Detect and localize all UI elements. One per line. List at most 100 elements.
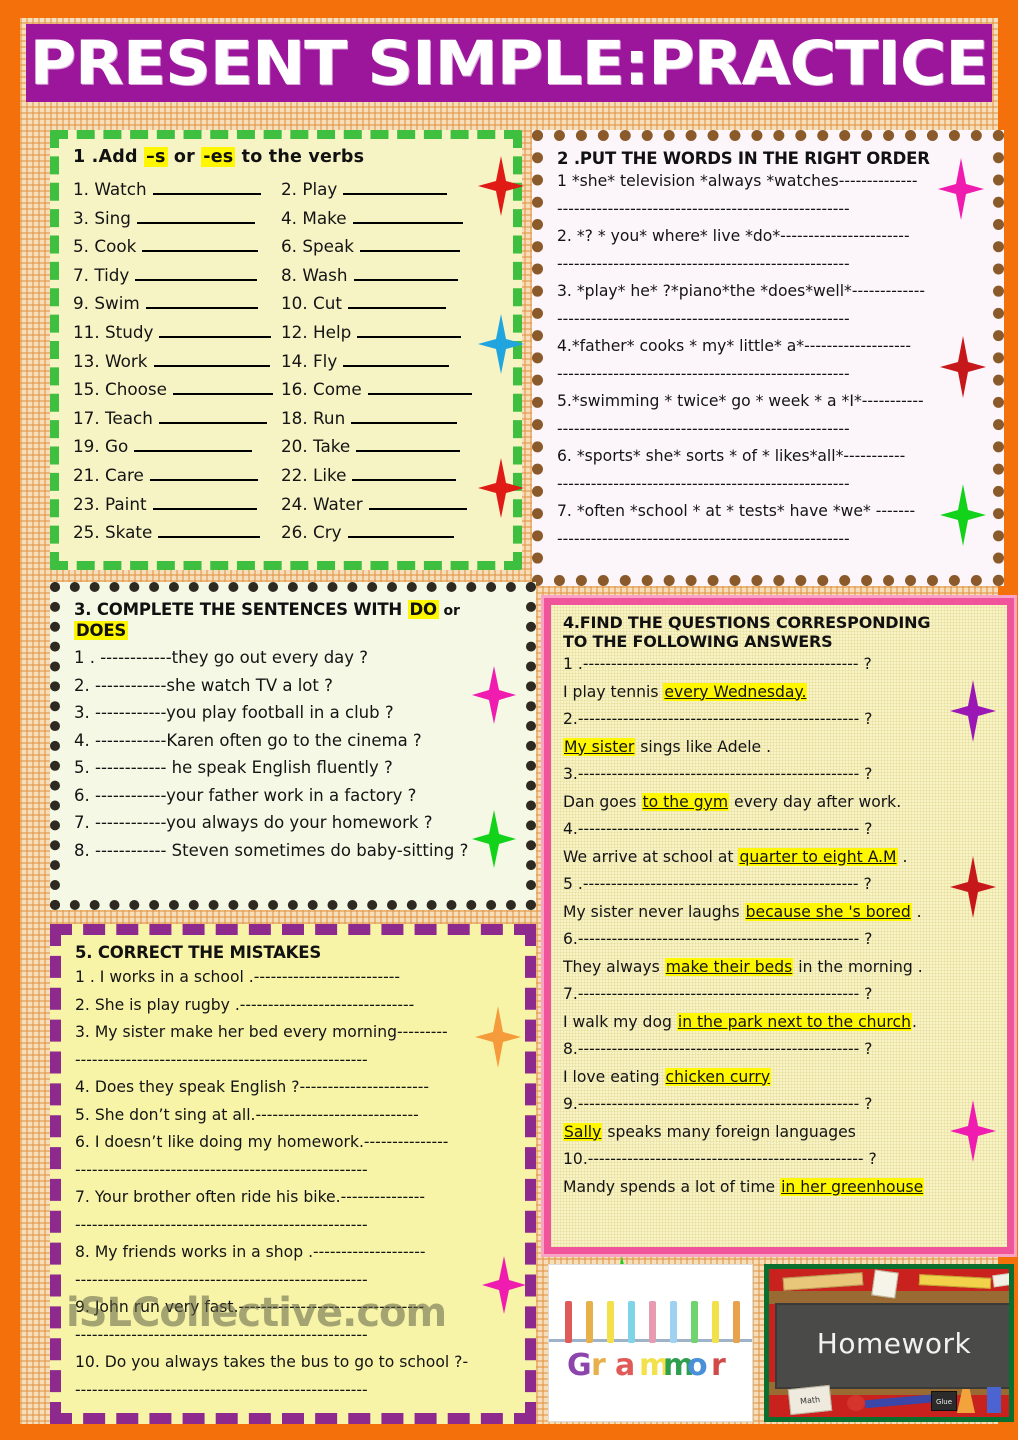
verb-answer-blank[interactable] (149, 466, 258, 481)
verb-answer-blank[interactable] (347, 294, 446, 310)
exercise-line[interactable]: 6. *sports* she* sorts * of * likes*all*… (557, 443, 981, 471)
exercise-line[interactable]: 8. ------------ Steven sometimes do baby… (74, 837, 514, 865)
verb-item: 2. Play (281, 175, 501, 204)
verb-answer-blank[interactable] (343, 180, 448, 195)
exercise-line[interactable]: 6. I doesn’t like doing my homework.----… (75, 1129, 513, 1157)
exercise-4-question-blank[interactable]: 6.--------------------------------------… (563, 926, 997, 954)
exercise-line[interactable]: 3. ------------you play football in a cl… (74, 699, 514, 727)
exercise-line[interactable]: 7. Your brother often ride his bike.----… (75, 1184, 513, 1212)
exercise-line[interactable]: 3. My sister make her bed every morning-… (75, 1019, 513, 1047)
verb-label: 19. Go (73, 436, 129, 457)
verb-answer-blank[interactable] (158, 409, 267, 424)
verb-answer-blank[interactable] (359, 237, 460, 253)
exercise-line[interactable]: ----------------------------------------… (557, 526, 981, 554)
exercise-line[interactable]: 7. ------------you always do your homewo… (74, 809, 514, 837)
answer-text-post: sings like Adele . (635, 737, 772, 756)
exercise-line[interactable]: ----------------------------------------… (75, 1267, 513, 1295)
verb-answer-blank[interactable] (136, 209, 255, 224)
exercise-line[interactable]: 3. *play* he* ?*piano*the *does*well*---… (557, 278, 981, 306)
exercise-4-answer: I walk my dog in the park next to the ch… (563, 1009, 997, 1037)
verb-answer-blank[interactable] (152, 495, 257, 510)
exercise-4-question-blank[interactable]: 7.--------------------------------------… (563, 981, 997, 1009)
exercise-2-heading: 2 .PUT THE WORDS IN THE RIGHT ORDER (557, 149, 930, 168)
exercise-line[interactable]: ----------------------------------------… (75, 1212, 513, 1240)
verb-answer-blank[interactable] (351, 409, 458, 424)
verb-label: 20. Take (281, 436, 351, 457)
exercise-4-question-blank[interactable]: 9.--------------------------------------… (563, 1091, 997, 1119)
exercise-line[interactable]: 4. Does they speak English ?------------… (75, 1074, 513, 1102)
exercise-3-heading-or: or (438, 603, 460, 619)
exercise-line[interactable]: 5. ------------ he speak English fluentl… (74, 754, 514, 782)
verb-answer-blank[interactable] (152, 180, 261, 195)
exercise-line[interactable]: 7. *often *school * at * tests* have *we… (557, 498, 981, 526)
verb-answer-blank[interactable] (142, 237, 259, 253)
verb-answer-blank[interactable] (356, 437, 461, 453)
verb-answer-blank[interactable] (353, 266, 458, 281)
answer-text-pre: I love eating (563, 1067, 665, 1086)
exercise-4-question-blank[interactable]: 5 .-------------------------------------… (563, 871, 997, 899)
exercise-line[interactable]: 1 . ------------they go out every day ? (74, 644, 514, 672)
verb-answer-blank[interactable] (352, 209, 463, 224)
exercise-line[interactable]: 5.*swimming * twice* go * week * a *I*--… (557, 388, 981, 416)
exercise-line[interactable]: 10. Do you always takes the bus to go to… (75, 1349, 513, 1377)
exercise-4-question-blank[interactable]: 8.--------------------------------------… (563, 1036, 997, 1064)
verb-answer-blank[interactable] (134, 437, 253, 453)
exercise-line[interactable]: 5. She don’t sing at all.---------------… (75, 1102, 513, 1130)
exercise-1-heading-prefix: 1 .Add (73, 147, 145, 167)
exercise-4-answer: My sister never laughs because she 's bo… (563, 899, 997, 927)
homework-image: Homework Math Glue (764, 1264, 1014, 1422)
exercise-4-question-blank[interactable]: 10.-------------------------------------… (563, 1146, 997, 1174)
answer-highlight: chicken curry (664, 1067, 772, 1086)
exercise-line[interactable]: ----------------------------------------… (557, 196, 981, 224)
exercise-line[interactable]: 2. She is play rugby .------------------… (75, 992, 513, 1020)
exercise-line[interactable]: 1 *she* television *always *watches-----… (557, 168, 981, 196)
answer-text-pre: I walk my dog (563, 1012, 677, 1031)
verb-answer-blank[interactable] (145, 294, 258, 310)
exercise-line[interactable]: ----------------------------------------… (75, 1322, 513, 1350)
verb-item: 3. Sing (73, 204, 281, 233)
verb-answer-blank[interactable] (135, 266, 258, 281)
verb-answer-blank[interactable] (367, 380, 472, 396)
exercise-3-box: 3. COMPLETE THE SENTENCES WITH DO or DOE… (50, 582, 536, 910)
verb-item: 18. Run (281, 404, 501, 433)
exercise-line[interactable]: ----------------------------------------… (557, 251, 981, 279)
exercise-line[interactable]: 2. ------------she watch TV a lot ? (74, 672, 514, 700)
verb-answer-blank[interactable] (368, 495, 467, 510)
exercise-line[interactable]: ----------------------------------------… (75, 1377, 513, 1405)
verb-answer-blank[interactable] (357, 323, 462, 338)
verb-answer-blank[interactable] (172, 380, 273, 396)
exercise-4-heading-line1: 4.FIND THE QUESTIONS CORRESPONDING (563, 613, 931, 632)
verb-answer-blank[interactable] (153, 352, 270, 367)
exercise-4-question-blank[interactable]: 4.--------------------------------------… (563, 816, 997, 844)
verb-answer-blank[interactable] (158, 523, 261, 539)
verb-label: 13. Work (73, 350, 148, 371)
verb-answer-blank[interactable] (352, 466, 457, 481)
exercise-line[interactable]: ----------------------------------------… (557, 416, 981, 444)
exercise-4-question-blank[interactable]: 1 .-------------------------------------… (563, 651, 997, 679)
exercise-line[interactable]: 4.*father* cooks * my* little* a*-------… (557, 333, 981, 361)
exercise-line[interactable]: 6. ------------your father work in a fac… (74, 782, 514, 810)
exercise-line[interactable]: ----------------------------------------… (557, 471, 981, 499)
exercise-5-heading: 5. CORRECT THE MISTAKES (75, 943, 322, 962)
exercise-line[interactable]: ----------------------------------------… (557, 306, 981, 334)
exercise-line[interactable]: 1 . I works in a school .---------------… (75, 964, 513, 992)
verb-item: 22. Like (281, 461, 501, 490)
exercise-line[interactable]: 8. My friends works in a shop .---------… (75, 1239, 513, 1267)
verb-answer-blank[interactable] (159, 323, 272, 338)
exercise-4-question-blank[interactable]: 3.--------------------------------------… (563, 761, 997, 789)
exercise-1-heading-mid: or (167, 147, 202, 167)
exercise-3-heading-line2: DOES (74, 621, 514, 640)
verb-label: 16. Come (281, 379, 362, 400)
exercise-3-heading-do: DO (407, 600, 439, 619)
exercise-4-question-blank[interactable]: 2.--------------------------------------… (563, 706, 997, 734)
exercise-line[interactable]: 2. *? * you* where* live *do*-----------… (557, 223, 981, 251)
verb-answer-blank[interactable] (343, 352, 450, 367)
verb-answer-blank[interactable] (347, 523, 454, 539)
exercise-line[interactable]: ----------------------------------------… (75, 1157, 513, 1185)
exercise-line[interactable]: 9. John run very fast.------------------… (75, 1294, 513, 1322)
exercise-line[interactable]: ----------------------------------------… (75, 1047, 513, 1075)
exercise-4-answer: I love eating chicken curry (563, 1064, 997, 1092)
homework-label: Homework (816, 1327, 972, 1360)
exercise-line[interactable]: ----------------------------------------… (557, 361, 981, 389)
exercise-line[interactable]: 4. ------------Karen often go to the cin… (74, 727, 514, 755)
